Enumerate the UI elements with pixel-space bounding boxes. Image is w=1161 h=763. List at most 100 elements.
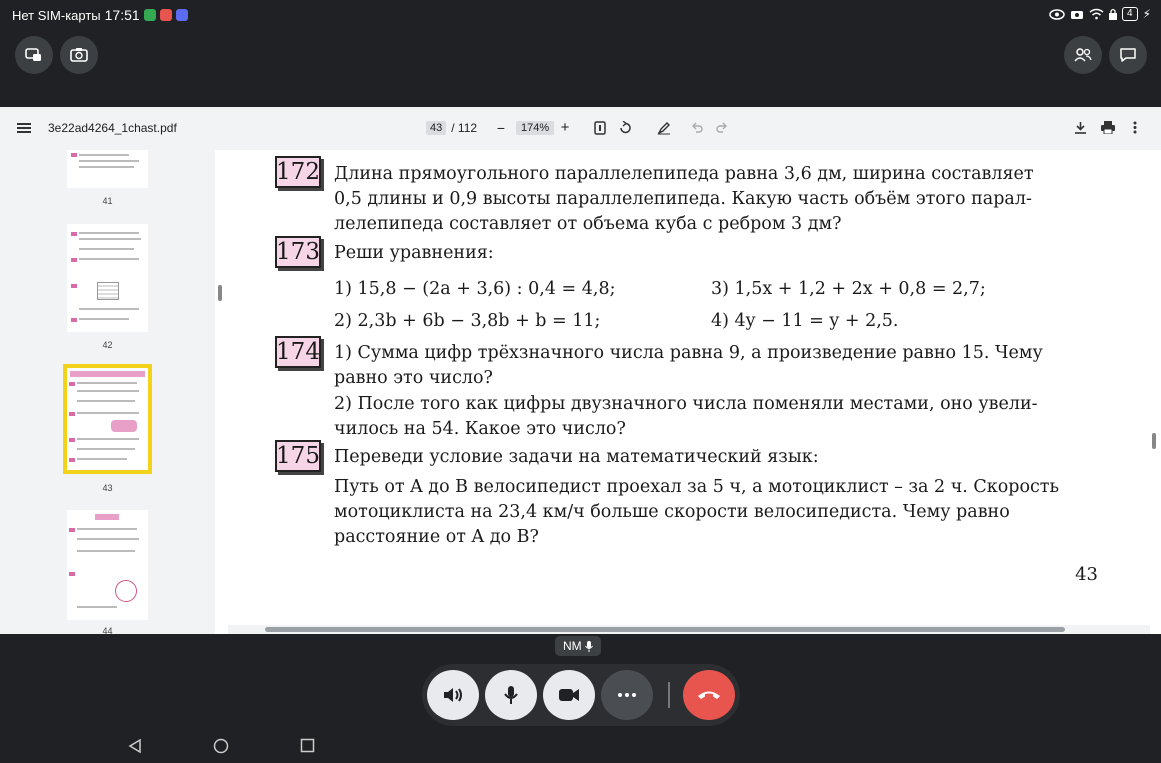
thumb-badge (69, 572, 75, 576)
zoom-level[interactable]: 174% (516, 121, 555, 135)
more-options-button[interactable] (1133, 121, 1137, 134)
problem-text: чилось на 54. Какое это число? (334, 419, 626, 439)
thumbnail-page-41[interactable] (67, 150, 148, 188)
thumb-line (79, 166, 134, 168)
thumbnail-sidebar: 41 42 43 44 (0, 150, 215, 634)
zoom-out-button[interactable]: − (494, 120, 508, 136)
recents-icon (300, 738, 315, 753)
problem-number: 172 (275, 156, 321, 188)
redo-button[interactable] (716, 121, 728, 133)
thumb-badge (71, 258, 77, 262)
back-button[interactable] (128, 738, 142, 759)
thumb-badge (71, 153, 77, 157)
undo-icon (692, 122, 703, 133)
mic-small-icon (584, 640, 593, 652)
page-scrollbar[interactable] (1152, 433, 1156, 449)
download-icon (1075, 122, 1086, 134)
zoom-in-button[interactable]: + (558, 119, 572, 136)
thumb-badge (71, 284, 77, 288)
print-button[interactable] (1101, 121, 1115, 134)
thumbnail-label: 44 (102, 626, 113, 634)
camera-button[interactable] (543, 670, 595, 720)
thumb-line (77, 538, 139, 540)
page-number: 43 (1075, 564, 1098, 585)
zoom-value: 174% (516, 121, 555, 135)
hang-up-icon (698, 691, 720, 699)
fit-page-button[interactable] (594, 121, 606, 135)
thumbnail-page-42[interactable] (67, 224, 148, 332)
chat-button[interactable] (1109, 36, 1147, 74)
more-call-options-button[interactable] (601, 670, 653, 720)
thumb-line (77, 448, 135, 450)
thumb-line (79, 318, 129, 320)
problem-text: Реши уравнения: (334, 243, 494, 263)
thumb-line (79, 238, 141, 240)
screen: Нет SIM-карты 17:51 4 ⚡ 3e22ad4264_1chas… (0, 0, 1161, 763)
end-call-button[interactable] (683, 670, 735, 720)
equation: 2) 2,3b + 6b − 3,8b + b = 11; (334, 311, 601, 331)
equation: 1) 15,8 − (2a + 3,6) : 0,4 = 4,8; (334, 279, 616, 299)
screen-share-button[interactable] (15, 36, 53, 74)
thumb-line (77, 438, 139, 440)
current-page-input[interactable]: 43 (426, 121, 447, 135)
total-pages: / 112 (451, 121, 478, 135)
thumb-line (77, 528, 137, 530)
file-name: 3e22ad4264_1chast.pdf (48, 121, 177, 135)
horizontal-scroll-thumb[interactable] (265, 627, 1065, 632)
battery-icon: 4 (1122, 7, 1138, 21)
annotate-button[interactable] (657, 121, 671, 135)
thumb-line (77, 550, 135, 552)
equation: 3) 1,5x + 1,2 + 2x + 0,8 = 2,7; (711, 279, 986, 299)
page-indicator: 43 / 112 (426, 121, 477, 135)
thumb-line (77, 412, 139, 414)
horizontal-scrollbar[interactable] (228, 625, 1150, 634)
thumb-badge (69, 458, 75, 462)
thumb-grid (97, 282, 119, 300)
problem-text: 1) Сумма цифр трёхзначного числа равна 9… (334, 343, 1043, 363)
carrier-label: Нет SIM-карты (12, 7, 101, 23)
flip-camera-button[interactable] (60, 36, 98, 74)
more-horiz-icon (618, 693, 636, 697)
participants-button[interactable] (1064, 36, 1102, 74)
pdf-page: 172 Длина прямоугольного параллелепипеда… (228, 150, 1150, 626)
sidebar-scrollbar[interactable] (218, 285, 222, 301)
redo-icon (716, 122, 727, 133)
hamburger-icon (17, 123, 31, 133)
thumbnail-page-43-selected[interactable] (63, 364, 152, 474)
participants-icon (1074, 48, 1092, 62)
rotate-button[interactable] (618, 121, 632, 135)
problem-text: 0,5 длины и 0,9 высоты параллелепипеда. … (334, 189, 1032, 209)
home-button[interactable] (213, 738, 229, 759)
pdf-viewer: 3e22ad4264_1chast.pdf 43 / 112 − 174% + (0, 107, 1161, 634)
problem-text: равно это число? (334, 368, 493, 388)
thumbnail-page-44[interactable] (67, 510, 148, 620)
call-controls (422, 664, 740, 726)
thumb-header (70, 371, 145, 377)
thumbnail-label: 41 (102, 196, 113, 206)
rotate-icon (620, 121, 631, 134)
app-icon (175, 9, 188, 21)
thumb-badge (69, 412, 75, 416)
yandex-icon (159, 9, 172, 21)
video-camera-icon (559, 689, 579, 701)
fit-page-icon (594, 121, 606, 135)
microphone-button[interactable] (485, 670, 537, 720)
screen-share-icon (25, 48, 41, 61)
lock-icon (1109, 8, 1117, 20)
speaker-button[interactable] (427, 670, 479, 720)
flip-camera-icon (70, 48, 88, 62)
thumb-badge (69, 438, 75, 442)
undo-button[interactable] (691, 121, 703, 133)
thumb-line (77, 390, 139, 392)
thumb-figure (111, 420, 137, 432)
speaker-icon (444, 688, 462, 702)
problem-number: 173 (275, 236, 321, 268)
equation: 4) 4y − 11 = y + 2,5. (711, 311, 899, 331)
problem-number: 175 (275, 440, 321, 472)
menu-button[interactable] (16, 121, 32, 135)
chat-icon (1120, 48, 1136, 62)
recents-button[interactable] (300, 738, 315, 758)
download-button[interactable] (1074, 121, 1087, 134)
thumb-badge (69, 528, 75, 532)
thumb-line (79, 258, 139, 260)
